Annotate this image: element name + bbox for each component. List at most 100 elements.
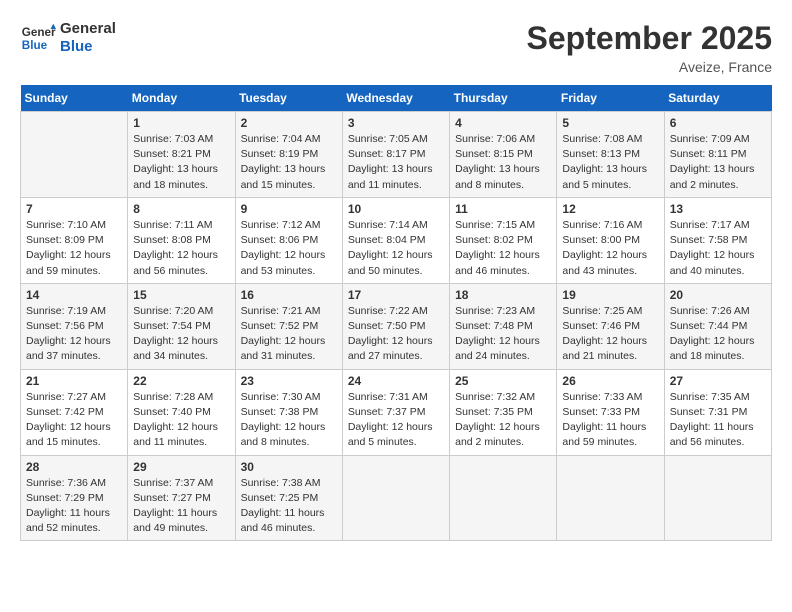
page-header: General Blue General Blue September 2025… [20,20,772,75]
day-info: Sunrise: 7:38 AMSunset: 7:25 PMDaylight:… [241,476,337,537]
calendar-cell: 6 Sunrise: 7:09 AMSunset: 8:11 PMDaylight… [664,112,771,198]
day-info: Sunrise: 7:32 AMSunset: 7:35 PMDaylight:… [455,390,551,451]
calendar-cell: 2 Sunrise: 7:04 AMSunset: 8:19 PMDaylight… [235,112,342,198]
day-info: Sunrise: 7:20 AMSunset: 7:54 PMDaylight:… [133,304,229,365]
header-friday: Friday [557,85,664,112]
day-info: Sunrise: 7:33 AMSunset: 7:33 PMDaylight:… [562,390,658,451]
calendar-cell: 3Sunrise: 7:05 AMSunset: 8:17 PMDaylight… [342,112,449,198]
calendar-cell: 19Sunrise: 7:25 AMSunset: 7:46 PMDayligh… [557,283,664,369]
day-number: 17 [348,288,444,302]
calendar-cell: 21 Sunrise: 7:27 AMSunset: 7:42 PMDayligh… [21,369,128,455]
calendar-body: 1 Sunrise: 7:03 AMSunset: 8:21 PMDaylight… [21,112,772,541]
day-info: Sunrise: 7:37 AMSunset: 7:27 PMDaylight:… [133,476,229,537]
day-info: Sunrise: 7:09 AMSunset: 8:11 PMDaylight:… [670,132,766,193]
calendar-cell [557,455,664,541]
day-info: Sunrise: 7:15 AMSunset: 8:02 PMDaylight:… [455,218,551,279]
calendar-cell: 28 Sunrise: 7:36 AMSunset: 7:29 PMDayligh… [21,455,128,541]
logo-icon: General Blue [20,20,56,56]
day-number: 20 [670,288,766,302]
header-wednesday: Wednesday [342,85,449,112]
day-number: 7 [26,202,122,216]
calendar-cell: 24 Sunrise: 7:31 AMSunset: 7:37 PMDayligh… [342,369,449,455]
day-number: 19 [562,288,658,302]
week-row-0: 1 Sunrise: 7:03 AMSunset: 8:21 PMDaylight… [21,112,772,198]
header-tuesday: Tuesday [235,85,342,112]
day-number: 12 [562,202,658,216]
day-info: Sunrise: 7:04 AMSunset: 8:19 PMDaylight:… [241,132,337,193]
day-number: 18 [455,288,551,302]
day-info: Sunrise: 7:06 AMSunset: 8:15 PMDaylight:… [455,132,551,193]
calendar-cell: 11 Sunrise: 7:15 AMSunset: 8:02 PMDayligh… [450,197,557,283]
calendar-cell [342,455,449,541]
calendar-cell: 23 Sunrise: 7:30 AMSunset: 7:38 PMDayligh… [235,369,342,455]
day-info: Sunrise: 7:05 AMSunset: 8:17 PMDaylight:… [348,132,444,193]
day-info: Sunrise: 7:16 AMSunset: 8:00 PMDaylight:… [562,218,658,279]
day-number: 4 [455,116,551,130]
day-number: 13 [670,202,766,216]
calendar-cell: 25Sunrise: 7:32 AMSunset: 7:35 PMDayligh… [450,369,557,455]
day-info: Sunrise: 7:17 AMSunset: 7:58 PMDaylight:… [670,218,766,279]
week-row-4: 28 Sunrise: 7:36 AMSunset: 7:29 PMDayligh… [21,455,772,541]
calendar-cell: 13 Sunrise: 7:17 AMSunset: 7:58 PMDayligh… [664,197,771,283]
calendar-cell: 14 Sunrise: 7:19 AMSunset: 7:56 PMDayligh… [21,283,128,369]
calendar-cell: 8Sunrise: 7:11 AMSunset: 8:08 PMDaylight… [128,197,235,283]
week-row-2: 14 Sunrise: 7:19 AMSunset: 7:56 PMDayligh… [21,283,772,369]
day-info: Sunrise: 7:27 AMSunset: 7:42 PMDaylight:… [26,390,122,451]
day-info: Sunrise: 7:14 AMSunset: 8:04 PMDaylight:… [348,218,444,279]
header-thursday: Thursday [450,85,557,112]
location: Aveize, France [527,59,772,75]
week-row-3: 21 Sunrise: 7:27 AMSunset: 7:42 PMDayligh… [21,369,772,455]
day-number: 6 [670,116,766,130]
week-row-1: 7Sunrise: 7:10 AMSunset: 8:09 PMDaylight… [21,197,772,283]
day-number: 29 [133,460,229,474]
logo-general: General [60,20,116,38]
day-info: Sunrise: 7:23 AMSunset: 7:48 PMDaylight:… [455,304,551,365]
day-number: 14 [26,288,122,302]
day-number: 24 [348,374,444,388]
day-info: Sunrise: 7:19 AMSunset: 7:56 PMDaylight:… [26,304,122,365]
day-number: 23 [241,374,337,388]
calendar-cell [21,112,128,198]
logo-blue: Blue [60,38,116,56]
calendar-cell [664,455,771,541]
day-info: Sunrise: 7:21 AMSunset: 7:52 PMDaylight:… [241,304,337,365]
day-info: Sunrise: 7:31 AMSunset: 7:37 PMDaylight:… [348,390,444,451]
day-info: Sunrise: 7:26 AMSunset: 7:44 PMDaylight:… [670,304,766,365]
calendar-header-row: SundayMondayTuesdayWednesdayThursdayFrid… [21,85,772,112]
day-number: 30 [241,460,337,474]
day-info: Sunrise: 7:30 AMSunset: 7:38 PMDaylight:… [241,390,337,451]
day-number: 15 [133,288,229,302]
day-number: 2 [241,116,337,130]
day-info: Sunrise: 7:12 AMSunset: 8:06 PMDaylight:… [241,218,337,279]
day-info: Sunrise: 7:35 AMSunset: 7:31 PMDaylight:… [670,390,766,451]
day-number: 5 [562,116,658,130]
calendar-cell: 18 Sunrise: 7:23 AMSunset: 7:48 PMDayligh… [450,283,557,369]
calendar-cell: 5Sunrise: 7:08 AMSunset: 8:13 PMDaylight… [557,112,664,198]
calendar-cell: 29 Sunrise: 7:37 AMSunset: 7:27 PMDayligh… [128,455,235,541]
calendar-cell: 15 Sunrise: 7:20 AMSunset: 7:54 PMDayligh… [128,283,235,369]
day-number: 9 [241,202,337,216]
day-number: 28 [26,460,122,474]
header-monday: Monday [128,85,235,112]
day-number: 27 [670,374,766,388]
day-info: Sunrise: 7:36 AMSunset: 7:29 PMDaylight:… [26,476,122,537]
day-number: 1 [133,116,229,130]
calendar-cell: 7Sunrise: 7:10 AMSunset: 8:09 PMDaylight… [21,197,128,283]
day-info: Sunrise: 7:28 AMSunset: 7:40 PMDaylight:… [133,390,229,451]
header-sunday: Sunday [21,85,128,112]
calendar-cell: 12 Sunrise: 7:16 AMSunset: 8:00 PMDayligh… [557,197,664,283]
calendar-cell: 4 Sunrise: 7:06 AMSunset: 8:15 PMDaylight… [450,112,557,198]
calendar-cell: 22 Sunrise: 7:28 AMSunset: 7:40 PMDayligh… [128,369,235,455]
calendar-cell: 30 Sunrise: 7:38 AMSunset: 7:25 PMDayligh… [235,455,342,541]
day-number: 11 [455,202,551,216]
svg-text:General: General [22,26,56,39]
day-number: 21 [26,374,122,388]
day-info: Sunrise: 7:03 AMSunset: 8:21 PMDaylight:… [133,132,229,193]
title-block: September 2025 Aveize, France [527,20,772,75]
calendar-cell: 1 Sunrise: 7:03 AMSunset: 8:21 PMDaylight… [128,112,235,198]
day-number: 26 [562,374,658,388]
day-number: 22 [133,374,229,388]
calendar-cell: 27 Sunrise: 7:35 AMSunset: 7:31 PMDayligh… [664,369,771,455]
calendar-table: SundayMondayTuesdayWednesdayThursdayFrid… [20,85,772,541]
day-info: Sunrise: 7:22 AMSunset: 7:50 PMDaylight:… [348,304,444,365]
